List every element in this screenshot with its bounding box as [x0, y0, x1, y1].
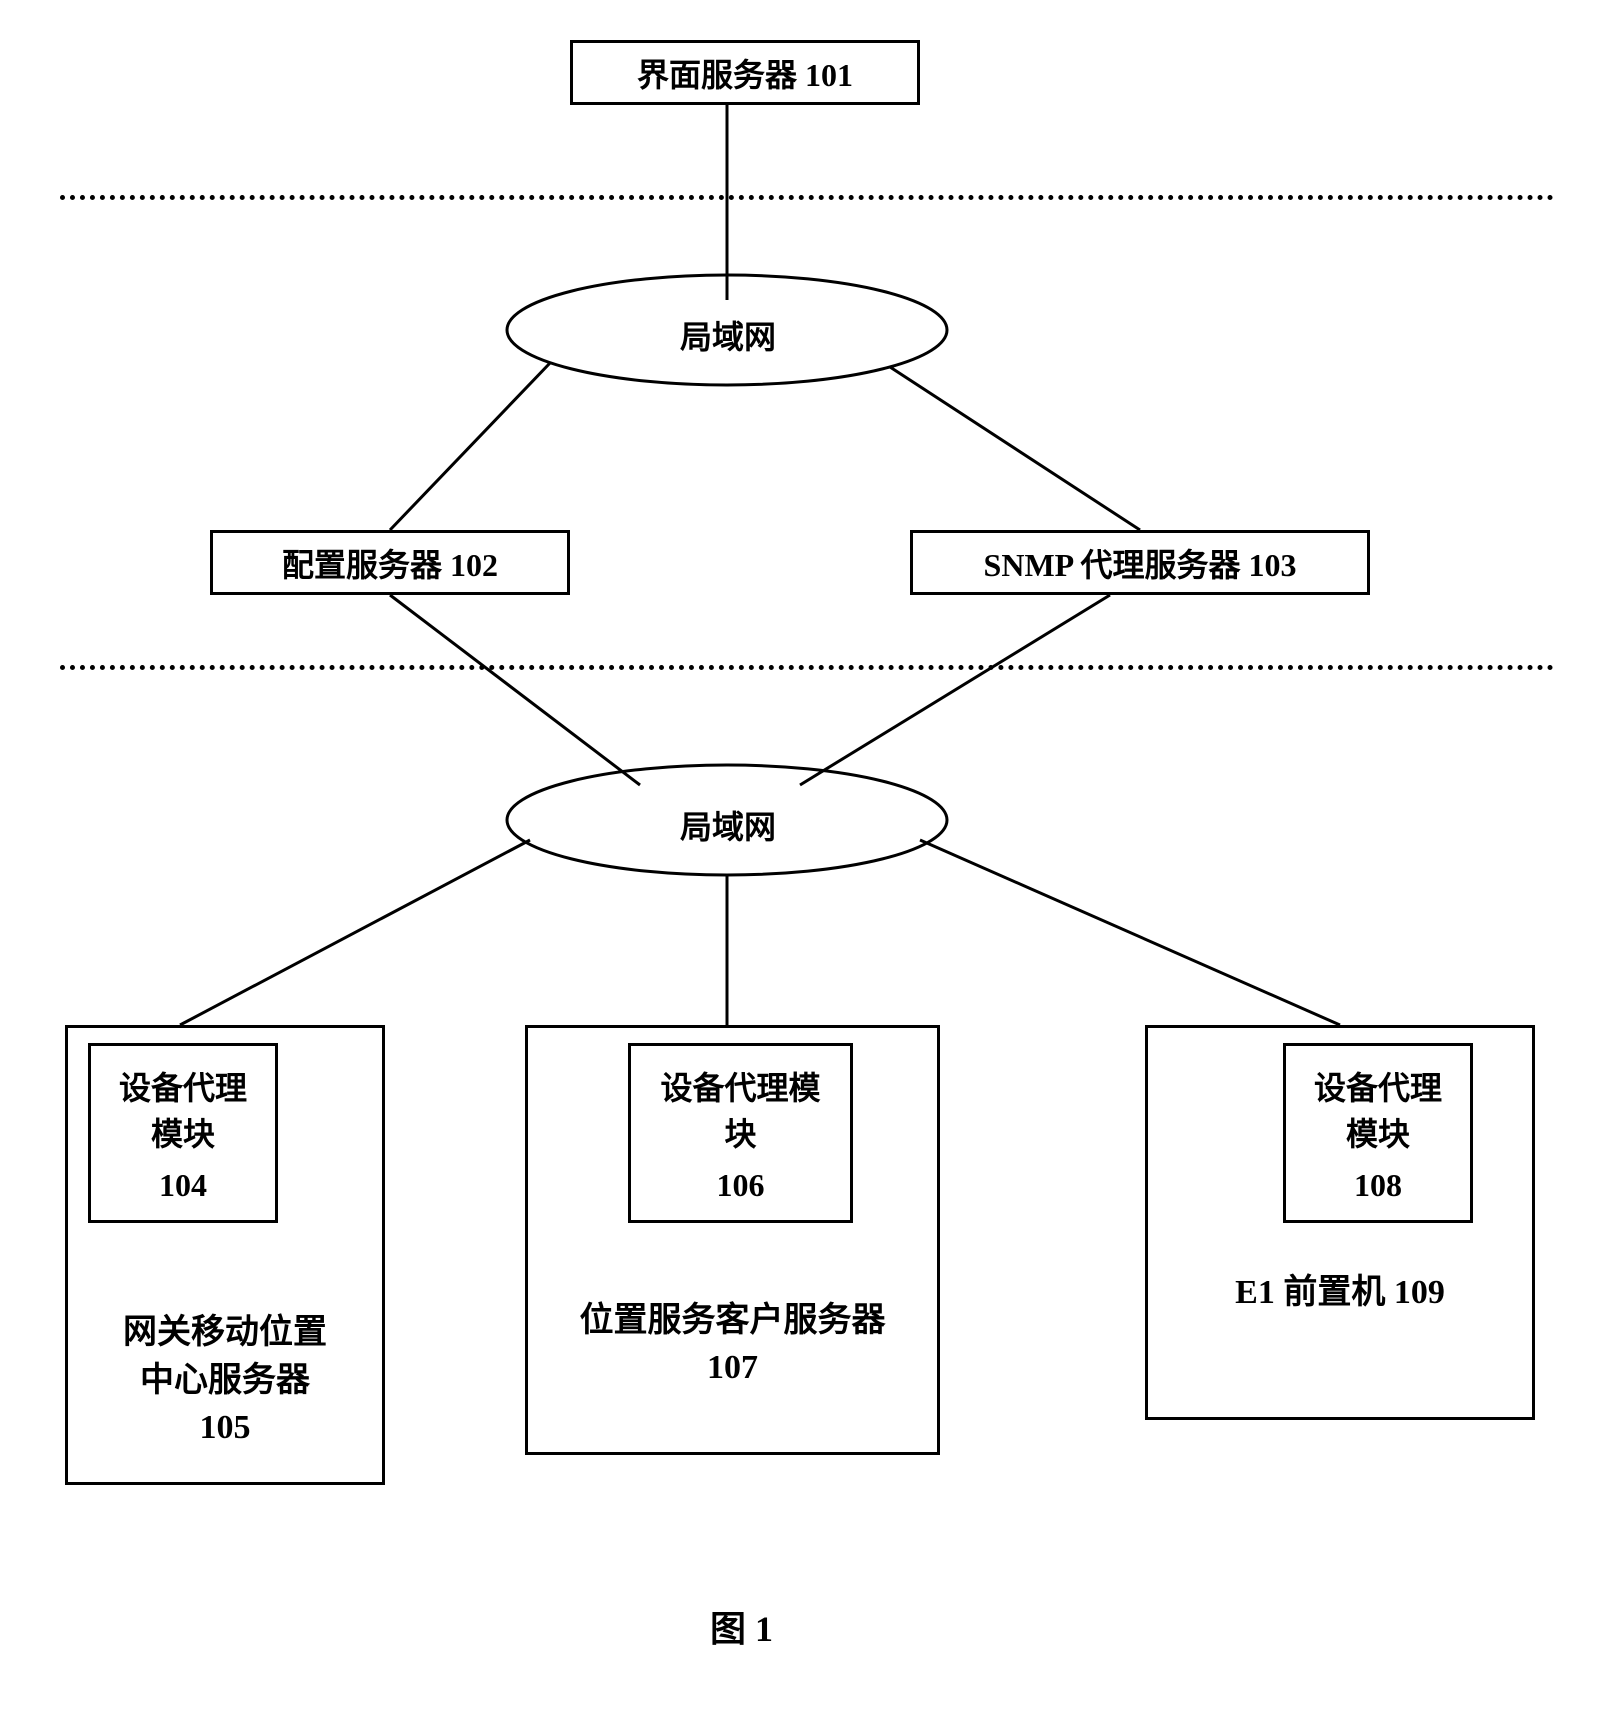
- device-agent-104-line3: 104: [159, 1167, 207, 1204]
- config-server-box: 配置服务器 102: [210, 530, 570, 595]
- gmlc-line1: 网关移动位置: [68, 1309, 382, 1357]
- lcs-server-box: 设备代理模 块 106 位置服务客户服务器 107: [525, 1025, 940, 1455]
- device-agent-108-box: 设备代理 模块 108: [1283, 1043, 1473, 1223]
- device-agent-106-box: 设备代理模 块 106: [628, 1043, 853, 1223]
- snmp-server-box: SNMP 代理服务器 103: [910, 530, 1370, 595]
- gmlc-server-box: 设备代理 模块 104 网关移动位置 中心服务器 105: [65, 1025, 385, 1485]
- figure-label: 图 1: [710, 1600, 773, 1652]
- device-agent-108-line2: 模块: [1346, 1109, 1410, 1155]
- device-agent-104-line2: 模块: [151, 1109, 215, 1155]
- ui-server-label: 界面服务器 101: [637, 50, 853, 96]
- lan1-label: 局域网: [680, 312, 776, 358]
- config-server-label: 配置服务器 102: [282, 540, 498, 586]
- lcs-server-label: 位置服务客户服务器 107: [528, 1297, 937, 1392]
- device-agent-106-line1: 设备代理模: [660, 1063, 820, 1109]
- architecture-diagram: 界面服务器 101 局域网 配置服务器 102 SNMP 代理服务器 103 局…: [60, 40, 1554, 1640]
- divider-2: [60, 665, 1554, 670]
- device-agent-104-line1: 设备代理: [119, 1063, 247, 1109]
- ui-server-box: 界面服务器 101: [570, 40, 920, 105]
- e1-server-box: 设备代理 模块 108 E1 前置机 109: [1145, 1025, 1535, 1420]
- gmlc-line3: 105: [68, 1404, 382, 1452]
- gmlc-line2: 中心服务器: [68, 1357, 382, 1405]
- divider-1: [60, 195, 1554, 200]
- device-agent-104-box: 设备代理 模块 104: [88, 1043, 278, 1223]
- lcs-line2: 107: [528, 1344, 937, 1392]
- lcs-line1: 位置服务客户服务器: [528, 1297, 937, 1345]
- gmlc-server-label: 网关移动位置 中心服务器 105: [68, 1309, 382, 1452]
- device-agent-106-line3: 106: [717, 1167, 765, 1204]
- device-agent-106-line2: 块: [724, 1109, 756, 1155]
- snmp-server-label: SNMP 代理服务器 103: [984, 540, 1297, 586]
- e1-server-label: E1 前置机 109: [1148, 1269, 1532, 1317]
- device-agent-108-line3: 108: [1354, 1167, 1402, 1204]
- device-agent-108-line1: 设备代理: [1314, 1063, 1442, 1109]
- e1-line1: E1 前置机 109: [1148, 1269, 1532, 1317]
- lan2-label: 局域网: [680, 802, 776, 848]
